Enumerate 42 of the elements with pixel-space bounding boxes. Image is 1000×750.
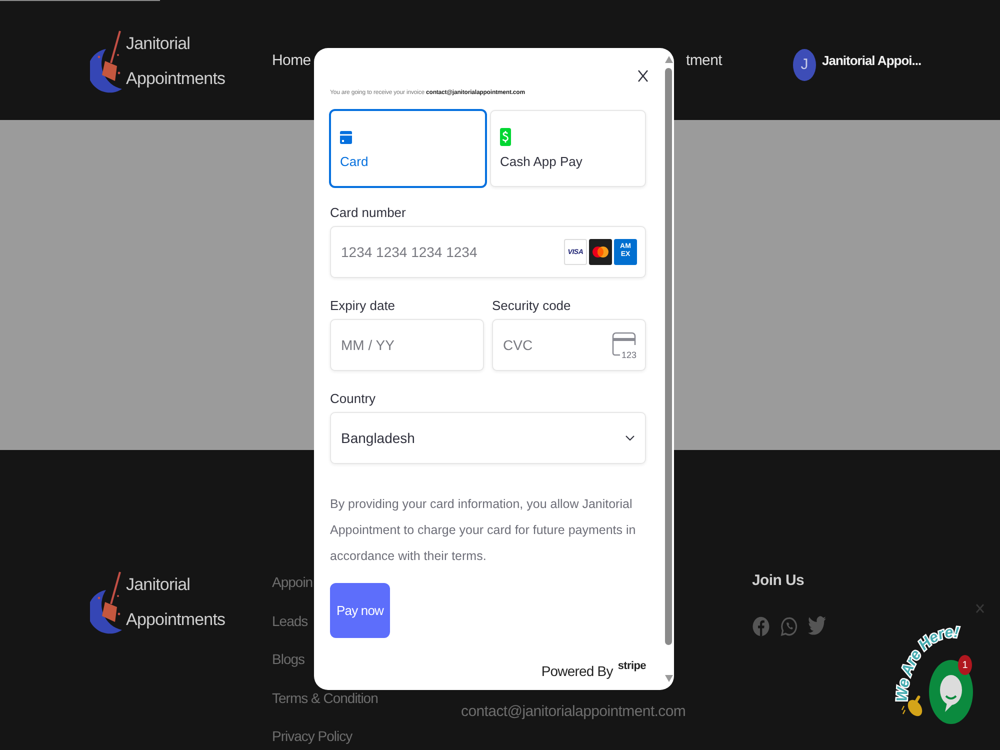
footer-link[interactable]: Appoin	[272, 572, 313, 592]
footer-link[interactable]: Leads	[272, 610, 308, 630]
provider-wordmark: stripe	[618, 659, 646, 673]
terms-text: By providing your card information, you allow Janitorial Appointment to charge your card for future payments in accordance with their terms.	[330, 496, 637, 565]
logo-text: Janitorial Appointments	[126, 574, 226, 631]
payment-method-tab[interactable]: Card	[330, 110, 486, 187]
field-label: Expiry date	[330, 297, 396, 315]
interlocking-circles-icon	[589, 239, 612, 265]
broom-logo-icon	[90, 570, 124, 634]
email-link[interactable]: contact@janitorialappointment.com	[461, 703, 686, 720]
credit-card-icon	[340, 130, 352, 144]
dollar-sign-icon	[500, 128, 511, 146]
payment-method-tab[interactable]: Cash App Pay	[490, 110, 646, 187]
close-button[interactable]	[636, 68, 650, 84]
facebook-icon[interactable]	[752, 616, 770, 637]
logo-text: Janitorial Appointments	[126, 32, 226, 90]
close-icon	[976, 604, 984, 613]
nav-link[interactable]: tment	[686, 50, 722, 70]
scroll-down-arrow-icon[interactable]	[664, 675, 672, 682]
scrollbar-thumb[interactable]	[665, 68, 672, 645]
avatar[interactable]: J	[793, 48, 816, 80]
footer-link[interactable]: Privacy Policy	[272, 726, 352, 746]
expiry-date-field[interactable]: MM / YY	[330, 319, 484, 371]
nav-link[interactable]: Home	[272, 50, 311, 70]
scroll-up-arrow-icon[interactable]	[664, 56, 672, 63]
user-name[interactable]: Janitorial Appoi...	[822, 53, 922, 68]
chat-launcher-icon[interactable]	[929, 660, 973, 724]
close-icon	[638, 70, 648, 82]
chevron-down-icon	[625, 435, 635, 441]
pay-now-button[interactable]: Pay now	[330, 583, 390, 638]
social-heading: Join Us	[752, 571, 804, 591]
twitter-icon[interactable]	[808, 616, 826, 637]
footer-link[interactable]: Blogs	[272, 649, 305, 669]
footer-link[interactable]: Terms & Condition	[272, 688, 378, 708]
broom-logo-icon	[90, 28, 124, 92]
field-label: Card number	[330, 204, 406, 222]
notification-badge: 1	[958, 655, 972, 675]
field-label: Security code	[492, 297, 571, 315]
powered-by-text: Powered By	[541, 662, 613, 680]
whatsapp-icon[interactable]	[780, 616, 798, 637]
country-select[interactable]: Bangladesh	[330, 412, 646, 464]
field-label: Country	[330, 390, 376, 408]
